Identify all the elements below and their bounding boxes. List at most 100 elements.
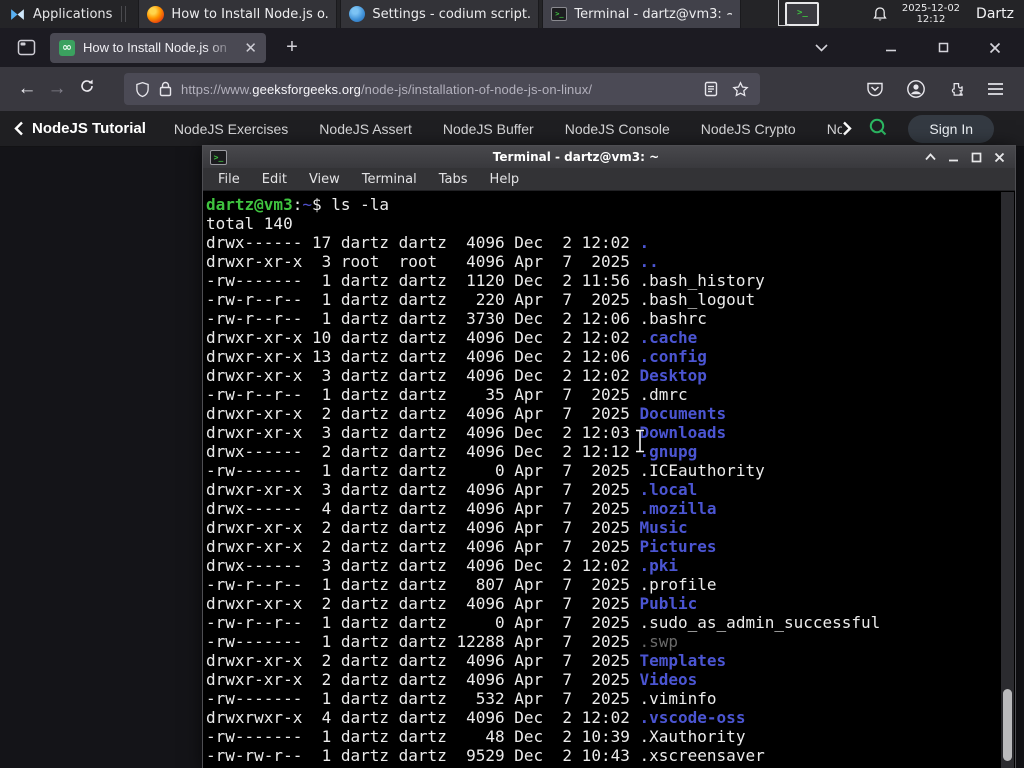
site-nav-link-current[interactable]: NodeJS Tutorial <box>32 120 146 137</box>
terminal-menu-item[interactable]: Terminal <box>351 172 428 187</box>
terminal-output: dartz@vm3:~$ ls -la total 140 drwx------… <box>204 192 1014 768</box>
terminal-menu-item[interactable]: View <box>298 172 351 187</box>
terminal-menu-item[interactable]: Edit <box>251 172 298 187</box>
terminal-listing-line: drwx------ 17 dartz dartz 4096 Dec 2 12:… <box>206 233 650 252</box>
terminal-listing-line: drwxr-xr-x 2 dartz dartz 4096 Apr 7 2025… <box>206 594 698 613</box>
terminal-minimize-button[interactable] <box>948 153 959 162</box>
prompt-user-host: dartz@vm3 <box>206 195 293 214</box>
firefox-icon <box>147 5 165 23</box>
url-path: /node-js/installation-of-node-js-on-linu… <box>360 81 593 97</box>
prompt-command: $ ls -la <box>311 195 390 214</box>
terminal-shade-button[interactable] <box>925 153 936 161</box>
sign-in-button[interactable]: Sign In <box>908 114 994 143</box>
lock-icon[interactable] <box>159 81 172 97</box>
nav-scroll-left-button[interactable] <box>14 121 24 136</box>
terminal-listing-line: -rw------- 1 dartz dartz 1120 Dec 2 11:5… <box>206 271 765 290</box>
url-text: https://www.geeksforgeeks.org/node-js/in… <box>181 82 592 97</box>
terminal-titlebar[interactable]: >_ Terminal - dartz@vm3: ~ <box>203 146 1015 168</box>
terminal-listing-line: -rw-r--r-- 1 dartz dartz 35 Apr 7 2025 .… <box>206 385 688 404</box>
terminal-listing-line: drwxr-xr-x 2 dartz dartz 4096 Apr 7 2025… <box>206 651 727 670</box>
site-nav-link[interactable]: NodeJS Exercises <box>174 121 288 137</box>
terminal-listing-line: drwxrwxr-x 4 dartz dartz 4096 Dec 2 12:0… <box>206 708 746 727</box>
mouse-cursor-ibeam <box>636 428 644 454</box>
terminal-title: Terminal - dartz@vm3: ~ <box>492 150 660 164</box>
tab-close-icon[interactable]: ✕ <box>244 39 257 57</box>
panel-grip <box>121 6 127 22</box>
prompt-path: ~ <box>302 195 312 214</box>
site-search-button[interactable] <box>868 117 888 140</box>
reload-icon <box>81 79 93 92</box>
url-domain: geeksforgeeks.org <box>252 81 361 97</box>
terminal-listing-line: drwxr-xr-x 2 dartz dartz 4096 Apr 7 2025… <box>206 404 727 423</box>
reload-button[interactable] <box>72 78 102 100</box>
terminal-scrollbar[interactable] <box>1001 192 1014 768</box>
window-button-label: Terminal - dartz@vm3: ~ <box>574 6 733 22</box>
site-nav-links: NodeJS Exercises NodeJS Assert NodeJS Buff… <box>174 121 843 137</box>
terminal-listing: drwx------ 17 dartz dartz 4096 Dec 2 12:… <box>206 233 1014 765</box>
reader-mode-icon[interactable] <box>704 81 718 97</box>
browser-toolbar: ← → https://www.geeksforgeeks.org/node-j… <box>0 67 1024 111</box>
chevron-left-icon <box>14 121 23 136</box>
notification-bell-icon[interactable] <box>872 6 888 23</box>
site-nav-link[interactable]: NodeJS DNS <box>827 121 843 137</box>
url-scheme: https://www. <box>181 81 253 97</box>
terminal-maximize-button[interactable] <box>971 152 982 163</box>
terminal-prompt-line: dartz@vm3:~$ ls -la <box>206 195 1014 214</box>
maximize-icon <box>938 42 948 53</box>
terminal-scrollbar-thumb[interactable] <box>1003 689 1012 761</box>
new-tab-button[interactable]: + <box>279 36 305 59</box>
browser-tab-bar: ∞ How to Install Node.js on ✕ + <box>0 28 1024 67</box>
forward-button[interactable]: → <box>42 78 72 100</box>
browser-tab[interactable]: ∞ How to Install Node.js on ✕ <box>50 32 266 63</box>
back-button[interactable]: ← <box>12 78 42 100</box>
panel-clock[interactable]: 2025-12-02 12:12 <box>902 3 960 25</box>
terminal-menu-item[interactable]: File <box>207 172 251 187</box>
account-icon[interactable] <box>906 79 926 99</box>
terminal-listing-line: drwxr-xr-x 3 dartz dartz 4096 Dec 2 12:0… <box>206 366 707 385</box>
terminal-listing-line: drwxr-xr-x 10 dartz dartz 4096 Dec 2 12:… <box>206 328 698 347</box>
nav-scroll-right-button[interactable] <box>842 121 853 136</box>
site-nav-link[interactable]: NodeJS Assert <box>319 121 412 137</box>
user-label: Dartz <box>976 6 1014 22</box>
forward-icon: → <box>47 78 67 99</box>
window-close-button[interactable] <box>984 37 1006 59</box>
terminal-listing-line: -rw------- 1 dartz dartz 0 Apr 7 2025 .I… <box>206 461 765 480</box>
desktop-panel: Applications How to Install Node.js o...… <box>0 0 1024 28</box>
list-all-tabs-button[interactable] <box>810 37 832 59</box>
pocket-icon[interactable] <box>865 79 885 99</box>
site-nav-link[interactable]: NodeJS Crypto <box>701 121 796 137</box>
terminal-menubar: File Edit View Terminal Tabs Help <box>203 168 1015 191</box>
menu-icon[interactable] <box>987 82 1004 96</box>
clock-time: 12:12 <box>916 14 946 25</box>
site-nav-link[interactable]: NodeJS Buffer <box>443 121 534 137</box>
terminal-window: >_ Terminal - dartz@vm3: ~ File Edit Vie… <box>202 145 1016 768</box>
applications-menu-button[interactable]: Applications <box>0 0 135 28</box>
window-maximize-button[interactable] <box>932 37 954 59</box>
url-bar[interactable]: https://www.geeksforgeeks.org/node-js/in… <box>124 73 760 105</box>
firefox-view-button[interactable] <box>12 35 40 61</box>
window-button-label: How to Install Node.js o... <box>171 6 329 22</box>
tray-terminal-icon[interactable]: >_ <box>778 0 820 26</box>
terminal-listing-line: -rw-r--r-- 1 dartz dartz 3730 Dec 2 12:0… <box>206 309 707 328</box>
site-nav-link[interactable]: NodeJS Console <box>565 121 670 137</box>
prompt-colon: : <box>292 195 303 214</box>
shield-icon[interactable] <box>135 81 150 98</box>
terminal-menu-item[interactable]: Tabs <box>428 172 479 187</box>
extensions-icon[interactable] <box>947 80 966 99</box>
terminal-listing-line: drwxr-xr-x 2 dartz dartz 4096 Apr 7 2025… <box>206 518 688 537</box>
window-button-firefox[interactable]: How to Install Node.js o... <box>138 0 338 28</box>
window-minimize-button[interactable] <box>880 37 902 59</box>
terminal-menu-item[interactable]: Help <box>479 172 531 187</box>
terminal-listing-line: -rw-rw-r-- 1 dartz dartz 9529 Dec 2 10:4… <box>206 746 765 765</box>
terminal-listing-line: drwxr-xr-x 13 dartz dartz 4096 Dec 2 12:… <box>206 347 707 366</box>
window-button-codium-settings[interactable]: Settings - codium script... <box>340 0 540 28</box>
bookmark-star-icon[interactable] <box>732 80 749 98</box>
terminal-listing-line: drwx------ 4 dartz dartz 4096 Apr 7 2025… <box>206 499 717 518</box>
close-icon <box>994 152 1005 162</box>
terminal-close-button[interactable] <box>994 152 1005 163</box>
terminal-listing-line: -rw-r--r-- 1 dartz dartz 807 Apr 7 2025 … <box>206 575 717 594</box>
back-icon: ← <box>17 78 37 99</box>
window-button-terminal[interactable]: >_ Terminal - dartz@vm3: ~ <box>542 0 742 28</box>
close-icon <box>989 42 1001 53</box>
chevron-up-icon <box>925 153 936 161</box>
